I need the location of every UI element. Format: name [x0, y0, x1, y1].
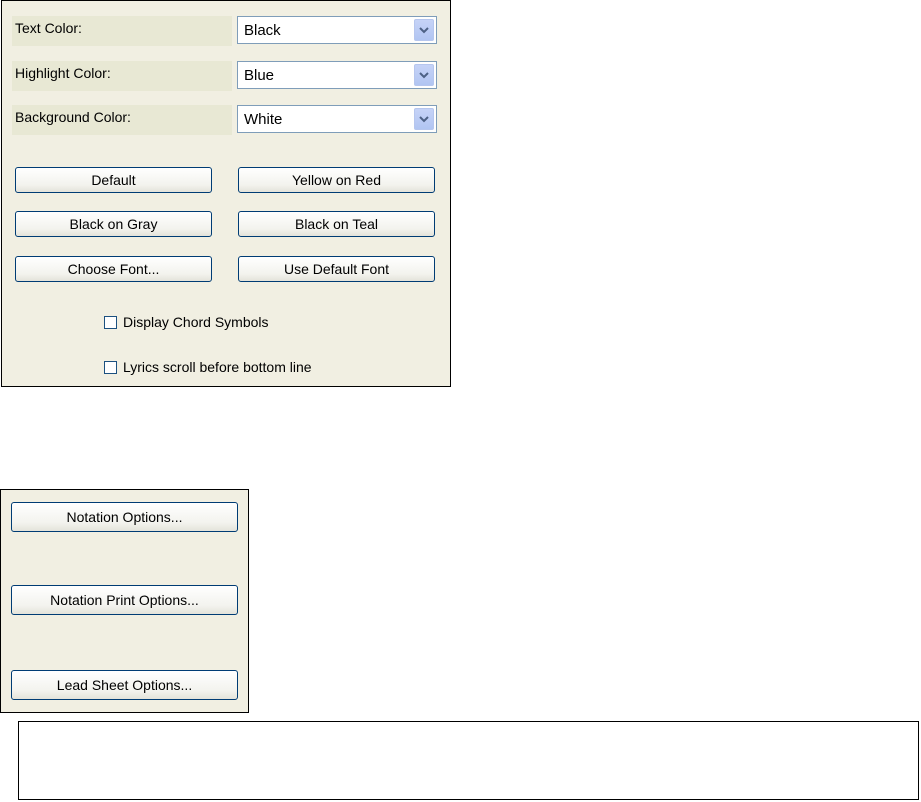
background-color-value: White: [244, 111, 283, 128]
chevron-down-icon[interactable]: [414, 19, 434, 41]
black-on-teal-button[interactable]: Black on Teal: [238, 211, 435, 237]
chevron-down-icon[interactable]: [414, 64, 434, 86]
display-chord-symbols-option[interactable]: Display Chord Symbols: [104, 314, 269, 330]
notation-print-options-button[interactable]: Notation Print Options...: [11, 585, 238, 615]
text-color-value: Black: [244, 22, 281, 39]
display-options-panel: Text Color: Black Highlight Color: Blue …: [1, 0, 451, 387]
lyrics-scroll-option[interactable]: Lyrics scroll before bottom line: [104, 359, 312, 375]
black-on-gray-button[interactable]: Black on Gray: [15, 211, 212, 237]
background-color-label: Background Color:: [12, 105, 232, 135]
choose-font-button[interactable]: Choose Font...: [15, 256, 212, 282]
display-chord-symbols-checkbox[interactable]: [104, 315, 117, 329]
chevron-down-icon[interactable]: [414, 108, 434, 130]
lyrics-scroll-label: Lyrics scroll before bottom line: [123, 359, 312, 375]
notation-options-button[interactable]: Notation Options...: [11, 502, 238, 532]
empty-note-box: [18, 721, 919, 800]
highlight-color-value: Blue: [244, 67, 275, 84]
lead-sheet-options-button[interactable]: Lead Sheet Options...: [11, 670, 238, 700]
display-chord-symbols-label: Display Chord Symbols: [123, 314, 269, 330]
background-color-select[interactable]: White: [237, 105, 437, 133]
text-color-label: Text Color:: [12, 16, 232, 46]
yellow-on-red-button[interactable]: Yellow on Red: [238, 167, 435, 193]
default-button[interactable]: Default: [15, 167, 212, 193]
highlight-color-select[interactable]: Blue: [237, 61, 437, 89]
use-default-font-button[interactable]: Use Default Font: [238, 256, 435, 282]
notation-options-panel: Notation Options... Notation Print Optio…: [0, 489, 249, 713]
highlight-color-label: Highlight Color:: [12, 61, 232, 91]
lyrics-scroll-checkbox[interactable]: [104, 360, 117, 374]
text-color-select[interactable]: Black: [237, 16, 437, 44]
